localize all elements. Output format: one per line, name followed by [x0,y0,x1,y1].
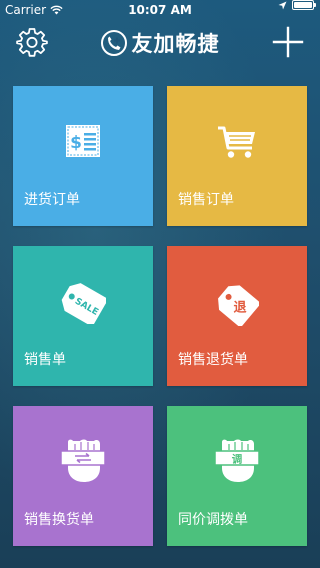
tile-transfer[interactable]: 调 同价调拨单 [167,406,307,546]
location-arrow-icon [278,1,287,9]
nav-bar: 友加畅捷 [0,20,320,64]
tile-label: 同价调拨单 [178,512,248,528]
phone-logo-icon [100,30,127,56]
sale-tag-icon: SALE [61,283,106,324]
plus-icon [272,26,304,58]
tile-label: 销售订单 [178,192,234,208]
tile-label: 销售单 [24,352,66,368]
battery-fill [294,2,312,8]
tile-purchase-order[interactable]: $ 进货订单 [13,86,153,226]
svg-text:$: $ [70,133,82,153]
status-bar: Carrier 10:07 AM [0,0,320,20]
add-button[interactable] [272,26,304,58]
transfer-hand-icon: 调 [214,439,260,482]
status-time: 10:07 AM [128,3,192,17]
tile-sales-exchange[interactable]: 销售换货单 [13,406,153,546]
tile-label: 销售退货单 [178,352,248,368]
tile-sales-order[interactable]: 销售订单 [167,86,307,226]
battery-icon [292,0,316,10]
app-title-text: 友加畅捷 [131,32,220,56]
shopping-cart-icon [218,126,255,158]
tile-sales-slip[interactable]: SALE 销售单 [13,246,153,386]
status-right [278,0,316,10]
receipt-dollar-icon: $ [66,125,100,157]
exchange-hand-icon [60,439,106,482]
tile-sales-return[interactable]: 退 销售退货单 [167,246,307,386]
tile-label: 进货订单 [24,192,80,208]
transfer-icon-text: 调 [232,453,243,466]
tile-label: 销售换货单 [24,512,94,528]
return-tag-icon: 退 [218,285,259,326]
return-tag-text: 退 [234,301,247,316]
